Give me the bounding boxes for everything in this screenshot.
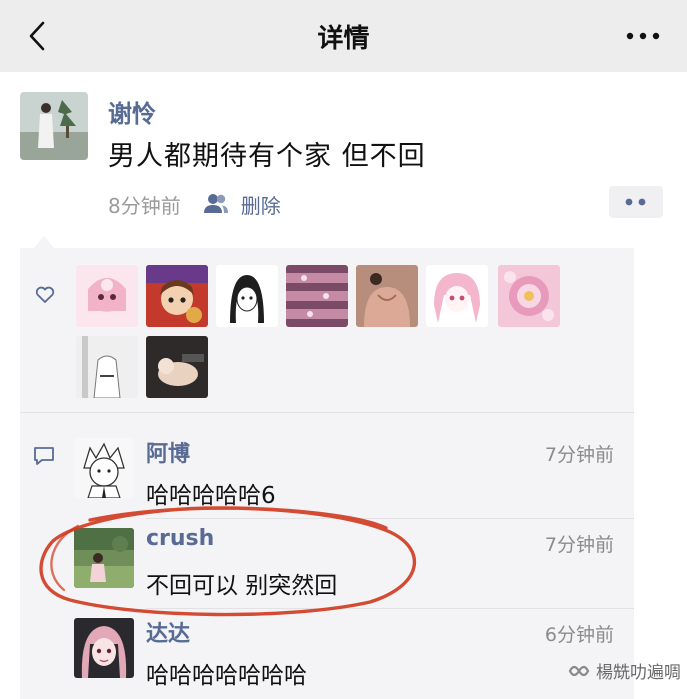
- comment-avatar[interactable]: [74, 438, 134, 498]
- people-icon[interactable]: [203, 193, 229, 215]
- like-avatar-2[interactable]: [146, 265, 208, 327]
- wechat-channel-icon: [568, 665, 590, 676]
- like-avatar-5[interactable]: [356, 265, 418, 327]
- comment-avatar[interactable]: [74, 618, 134, 678]
- more-dots-icon: [626, 32, 660, 40]
- watermark: 楊兟叻遍啁: [568, 658, 681, 683]
- like-avatar-4[interactable]: [286, 265, 348, 327]
- post-time: 8分钟前: [108, 193, 181, 218]
- post-meta: 8分钟前 删除: [108, 190, 281, 218]
- more-button[interactable]: [623, 20, 663, 52]
- comment-text[interactable]: 哈哈哈哈哈哈哈: [146, 656, 307, 690]
- page-title: 详情: [317, 24, 370, 54]
- post-text: 男人都期待有个家 但不回: [108, 141, 426, 172]
- two-dots-icon: [625, 198, 646, 206]
- comment-author[interactable]: 达达: [146, 616, 190, 648]
- comment-outline-icon: [34, 447, 54, 465]
- delete-link[interactable]: 删除: [241, 190, 281, 219]
- comment-author[interactable]: 阿博: [146, 436, 190, 468]
- like-avatar-7[interactable]: [498, 265, 560, 327]
- heart-outline-icon: [35, 286, 55, 303]
- comment-time: 7分钟前: [544, 444, 614, 466]
- like-avatar-3[interactable]: [216, 265, 278, 327]
- post-author-avatar[interactable]: [20, 92, 88, 160]
- likes-comments-divider: [20, 412, 634, 413]
- like-avatar-8[interactable]: [76, 336, 138, 398]
- watermark-text: 楊兟叻遍啁: [596, 663, 681, 683]
- like-avatar-1[interactable]: [76, 265, 138, 327]
- comment-time: 7分钟前: [544, 534, 614, 556]
- top-nav-bar: 详情: [0, 0, 687, 72]
- like-avatar-9[interactable]: [146, 336, 208, 398]
- like-avatar-6[interactable]: [426, 265, 488, 327]
- red-annotation-circle: [39, 506, 417, 617]
- interaction-box-arrow: [34, 236, 54, 248]
- post-action-button[interactable]: [609, 186, 663, 218]
- post-author-name[interactable]: 谢怜: [108, 94, 156, 129]
- comment-time: 6分钟前: [544, 624, 614, 646]
